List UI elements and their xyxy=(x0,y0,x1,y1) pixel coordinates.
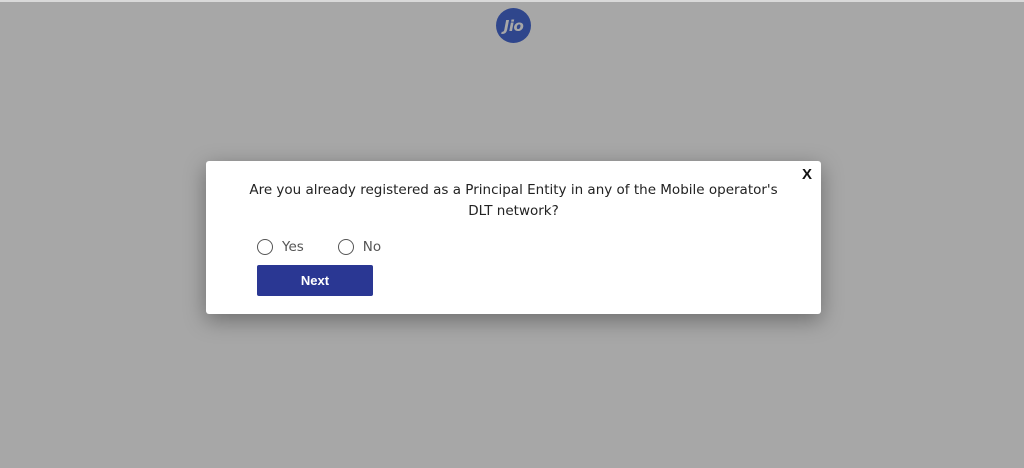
option-yes-label: Yes xyxy=(282,239,304,255)
answer-options: Yes No xyxy=(257,239,415,255)
option-no[interactable]: No xyxy=(337,239,382,255)
next-button[interactable]: Next xyxy=(257,265,373,296)
radio-no[interactable] xyxy=(337,239,354,255)
close-button[interactable]: X xyxy=(802,166,812,183)
option-yes[interactable]: Yes xyxy=(257,239,304,255)
option-no-label: No xyxy=(362,239,382,255)
registration-modal: X Are you already registered as a Princi… xyxy=(206,161,821,314)
question-text: Are you already registered as a Principa… xyxy=(249,182,778,219)
radio-yes[interactable] xyxy=(257,239,273,255)
